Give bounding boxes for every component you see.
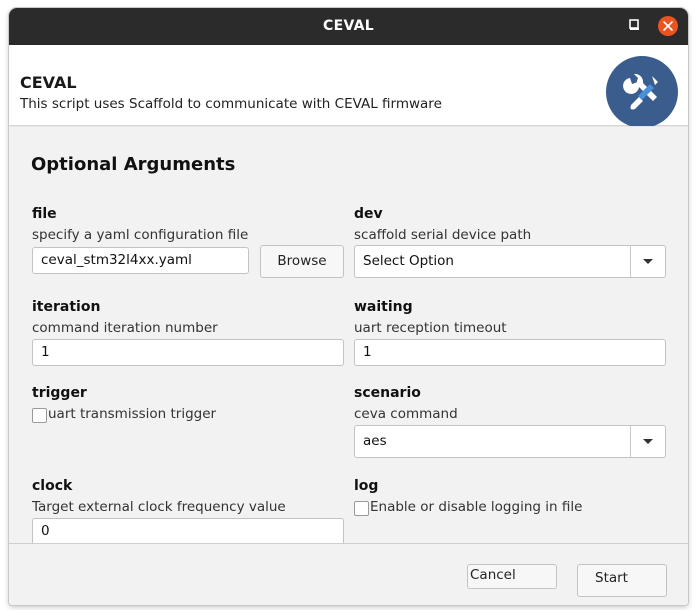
iteration-input[interactable]: 1 [32, 339, 344, 366]
arg-file-name: file [32, 206, 57, 222]
tools-icon [606, 56, 678, 128]
cancel-button[interactable]: Cancel [467, 564, 557, 589]
arg-file-help: specify a yaml configuration file [32, 227, 249, 243]
arg-iteration-help: command iteration number [32, 320, 218, 336]
arg-iteration-name: iteration [32, 299, 101, 315]
scenario-select-divider [630, 426, 631, 457]
trigger-checkbox-label[interactable]: uart transmission trigger [48, 406, 216, 422]
dev-select-divider [630, 246, 631, 277]
arg-scenario-name: scenario [354, 385, 421, 401]
arg-log-name: log [354, 478, 379, 494]
arg-clock-name: clock [32, 478, 73, 494]
trigger-checkbox[interactable] [32, 408, 47, 423]
chevron-down-icon[interactable] [643, 259, 653, 264]
app-header: CEVAL This script uses Scaffold to commu… [9, 45, 688, 128]
waiting-input[interactable]: 1 [354, 339, 666, 366]
window-title: CEVAL [323, 18, 374, 34]
file-input[interactable]: ceval_stm32l4xx.yaml [32, 247, 249, 274]
arg-scenario-help: ceva command [354, 406, 458, 422]
clock-input[interactable]: 0 [32, 518, 344, 545]
app-window: CEVAL CEVAL This script uses Scaffold to… [9, 8, 688, 605]
app-title: CEVAL [20, 73, 77, 92]
close-icon[interactable] [653, 8, 683, 45]
start-button[interactable]: Start [577, 564, 667, 597]
arg-waiting-help: uart reception timeout [354, 320, 507, 336]
dev-select[interactable]: Select Option [354, 245, 666, 278]
log-checkbox-label[interactable]: Enable or disable logging in file [370, 499, 582, 515]
footer-bar: Cancel Start [9, 543, 688, 605]
log-checkbox[interactable] [354, 501, 369, 516]
scenario-select[interactable]: aes [354, 425, 666, 458]
arg-clock-help: Target external clock frequency value [32, 499, 286, 515]
arg-dev-help: scaffold serial device path [354, 227, 532, 243]
dev-selected-value: Select Option [363, 253, 454, 269]
arg-trigger-name: trigger [32, 385, 87, 401]
maximize-icon[interactable] [621, 8, 651, 45]
chevron-down-icon[interactable] [643, 439, 653, 444]
scenario-selected-value: aes [363, 433, 387, 449]
arg-dev-name: dev [354, 206, 383, 222]
arg-waiting-name: waiting [354, 299, 413, 315]
title-bar[interactable]: CEVAL [9, 8, 688, 45]
section-title: Optional Arguments [31, 154, 236, 175]
app-description: This script uses Scaffold to communicate… [20, 96, 442, 112]
browse-button[interactable]: Browse [260, 245, 344, 278]
arguments-panel: Optional Arguments file specify a yaml c… [10, 126, 687, 545]
